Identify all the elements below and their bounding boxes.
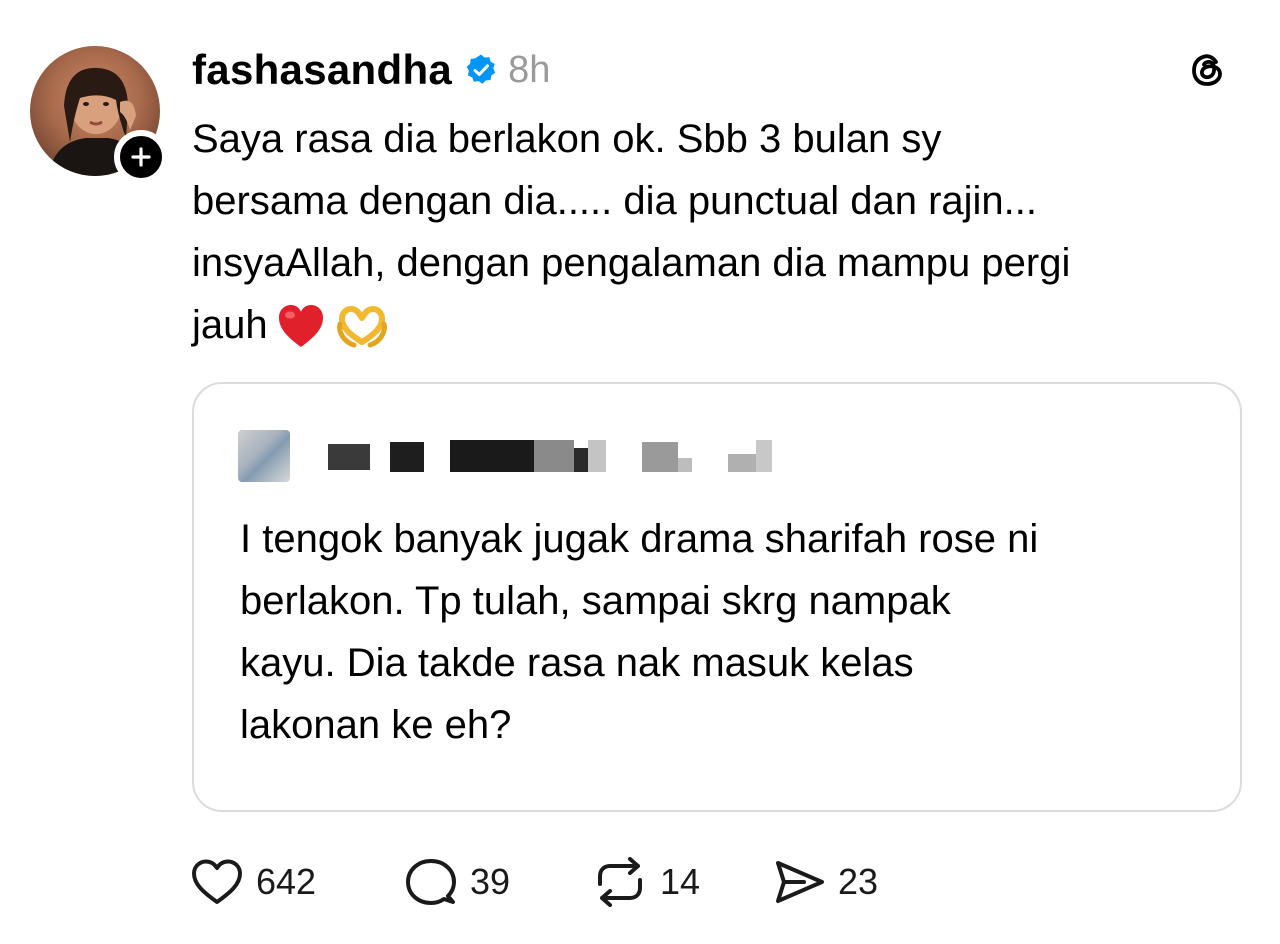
username[interactable]: fashasandha: [192, 46, 452, 94]
follow-button[interactable]: [114, 130, 168, 184]
quoted-author-obscured: [238, 430, 798, 482]
plus-icon: [131, 147, 151, 167]
timestamp: 8h: [508, 48, 551, 91]
obscured-block: [574, 448, 588, 472]
quoted-post[interactable]: I tengok banyak jugak drama sharifah ros…: [192, 382, 1242, 812]
obscured-block: [450, 440, 534, 472]
like-button[interactable]: 642: [190, 857, 404, 907]
share-count: 23: [838, 861, 879, 902]
heart-hands-emoji: [336, 306, 387, 348]
quoted-text-line: lakonan ke eh?: [240, 703, 512, 747]
heart-emoji: [278, 305, 323, 347]
quoted-text-line: kayu. Dia takde rasa nak masuk kelas: [240, 641, 914, 685]
post-text-line: jauh: [192, 303, 268, 347]
obscured-block: [728, 454, 756, 472]
post-text-line: insyaAllah, dengan pengalaman dia mampu …: [192, 241, 1071, 285]
like-count: 642: [256, 861, 317, 902]
repost-count: 14: [660, 861, 701, 902]
post-text: Saya rasa dia berlakon ok. Sbb 3 bulan s…: [192, 108, 1252, 356]
repost-icon: [598, 857, 642, 907]
post-text-line: bersama dengan dia..... dia punctual dan…: [192, 179, 1037, 223]
obscured-block: [756, 440, 772, 472]
quoted-text-line: I tengok banyak jugak drama sharifah ros…: [240, 517, 1039, 561]
quoted-avatar-obscured: [238, 430, 290, 482]
reply-count: 39: [470, 861, 511, 902]
obscured-block: [678, 458, 692, 472]
threads-logo-icon[interactable]: [1186, 48, 1230, 92]
obscured-block: [642, 442, 678, 472]
obscured-block: [390, 442, 424, 472]
send-icon: [776, 861, 824, 903]
quoted-text-line: berlakon. Tp tulah, sampai skrg nampak: [240, 579, 951, 623]
action-bar: 642 39 14 23: [190, 852, 912, 912]
obscured-block: [588, 440, 606, 472]
obscured-block: [534, 440, 574, 472]
thread-post: fashasandha 8h Saya rasa dia berlakon ok…: [0, 0, 1280, 944]
post-header: fashasandha 8h: [192, 42, 550, 98]
verified-badge-icon: [466, 54, 496, 84]
quoted-post-text: I tengok banyak jugak drama sharifah ros…: [240, 508, 1200, 756]
heart-icon: [192, 859, 242, 904]
repost-button[interactable]: 14: [592, 856, 772, 908]
reply-button[interactable]: 39: [404, 856, 592, 908]
obscured-block: [328, 444, 370, 470]
post-text-line: Saya rasa dia berlakon ok. Sbb 3 bulan s…: [192, 117, 942, 161]
comment-bubble-icon: [406, 859, 456, 905]
share-button[interactable]: 23: [772, 857, 912, 907]
